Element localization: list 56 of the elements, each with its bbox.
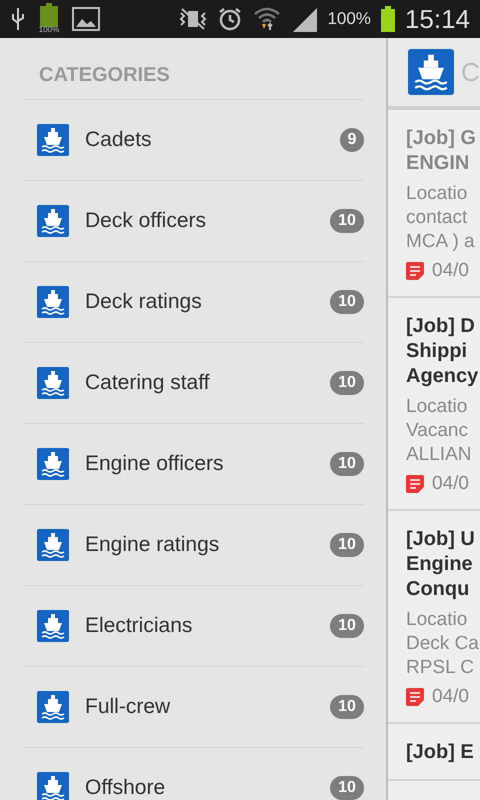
signal-icon bbox=[291, 6, 318, 32]
document-icon bbox=[406, 262, 424, 280]
count-badge: 10 bbox=[330, 290, 364, 314]
drawer-heading: CATEGORIES bbox=[24, 38, 364, 100]
category-item[interactable]: Deck ratings bbox=[85, 290, 330, 314]
post-excerpt: Locatio Deck Ca RPSL C bbox=[406, 608, 480, 680]
battery-percent: 100% bbox=[327, 9, 371, 29]
wifi-icon bbox=[253, 6, 282, 32]
count-badge: 10 bbox=[330, 209, 364, 233]
alarm-icon bbox=[217, 6, 244, 32]
document-icon bbox=[406, 475, 424, 493]
category-item[interactable]: Electricians bbox=[85, 614, 330, 638]
image-icon bbox=[72, 7, 100, 31]
post-card[interactable]: [Job] D Shippi Agency Locatio Vacanc ALLIAN 04/0 bbox=[388, 298, 480, 511]
post-excerpt: Locatio Vacanc ALLIAN bbox=[406, 395, 472, 467]
clock: 15:14 bbox=[404, 4, 470, 34]
ship-icon bbox=[37, 367, 69, 399]
category-item[interactable]: Engine officers bbox=[85, 452, 330, 476]
vibrate-mute-icon bbox=[179, 7, 208, 31]
category-item[interactable]: Engine ratings bbox=[85, 533, 330, 557]
ship-icon bbox=[37, 205, 69, 237]
ship-icon bbox=[37, 691, 69, 723]
post-title: [Job] E bbox=[406, 740, 475, 765]
battery-percent: 100% bbox=[38, 25, 60, 34]
count-badge: 10 bbox=[330, 371, 364, 395]
battery-icon bbox=[40, 3, 58, 27]
count-badge: 10 bbox=[330, 776, 364, 800]
post-title: [Job] G ENGIN bbox=[406, 126, 477, 176]
post-date: 04/0 bbox=[432, 686, 469, 708]
post-title: [Job] D Shippi Agency bbox=[406, 314, 480, 389]
count-badge: 9 bbox=[340, 128, 364, 152]
ship-icon bbox=[37, 286, 69, 318]
post-date: 04/0 bbox=[432, 260, 469, 282]
post-date: 04/0 bbox=[432, 473, 469, 495]
ship-icon bbox=[37, 529, 69, 561]
category-item[interactable]: Catering staff bbox=[85, 371, 330, 395]
post-card[interactable]: [Job] U Engine Conqu Locatio Deck Ca RPSL C 04/0 bbox=[388, 511, 480, 724]
ship-icon bbox=[37, 124, 69, 156]
count-badge: 10 bbox=[330, 452, 364, 476]
post-card[interactable]: [Job] E bbox=[388, 724, 480, 781]
usb-icon bbox=[10, 6, 26, 32]
count-badge: 10 bbox=[330, 533, 364, 557]
battery-icon bbox=[380, 6, 395, 32]
ship-icon bbox=[37, 772, 69, 800]
document-icon bbox=[406, 688, 424, 706]
post-title: [Job] U Engine Conqu bbox=[406, 527, 476, 602]
category-item[interactable]: Offshore bbox=[85, 776, 330, 800]
category-item[interactable]: Deck officers bbox=[85, 209, 330, 233]
ship-icon bbox=[408, 49, 454, 95]
category-item[interactable]: Full-crew bbox=[85, 695, 330, 719]
count-badge: 10 bbox=[330, 614, 364, 638]
ship-icon bbox=[37, 448, 69, 480]
ship-icon bbox=[37, 610, 69, 642]
count-badge: 10 bbox=[330, 695, 364, 719]
category-item[interactable]: Cadets bbox=[85, 128, 340, 152]
post-excerpt: Locatio contact MCA ) a bbox=[406, 182, 476, 254]
